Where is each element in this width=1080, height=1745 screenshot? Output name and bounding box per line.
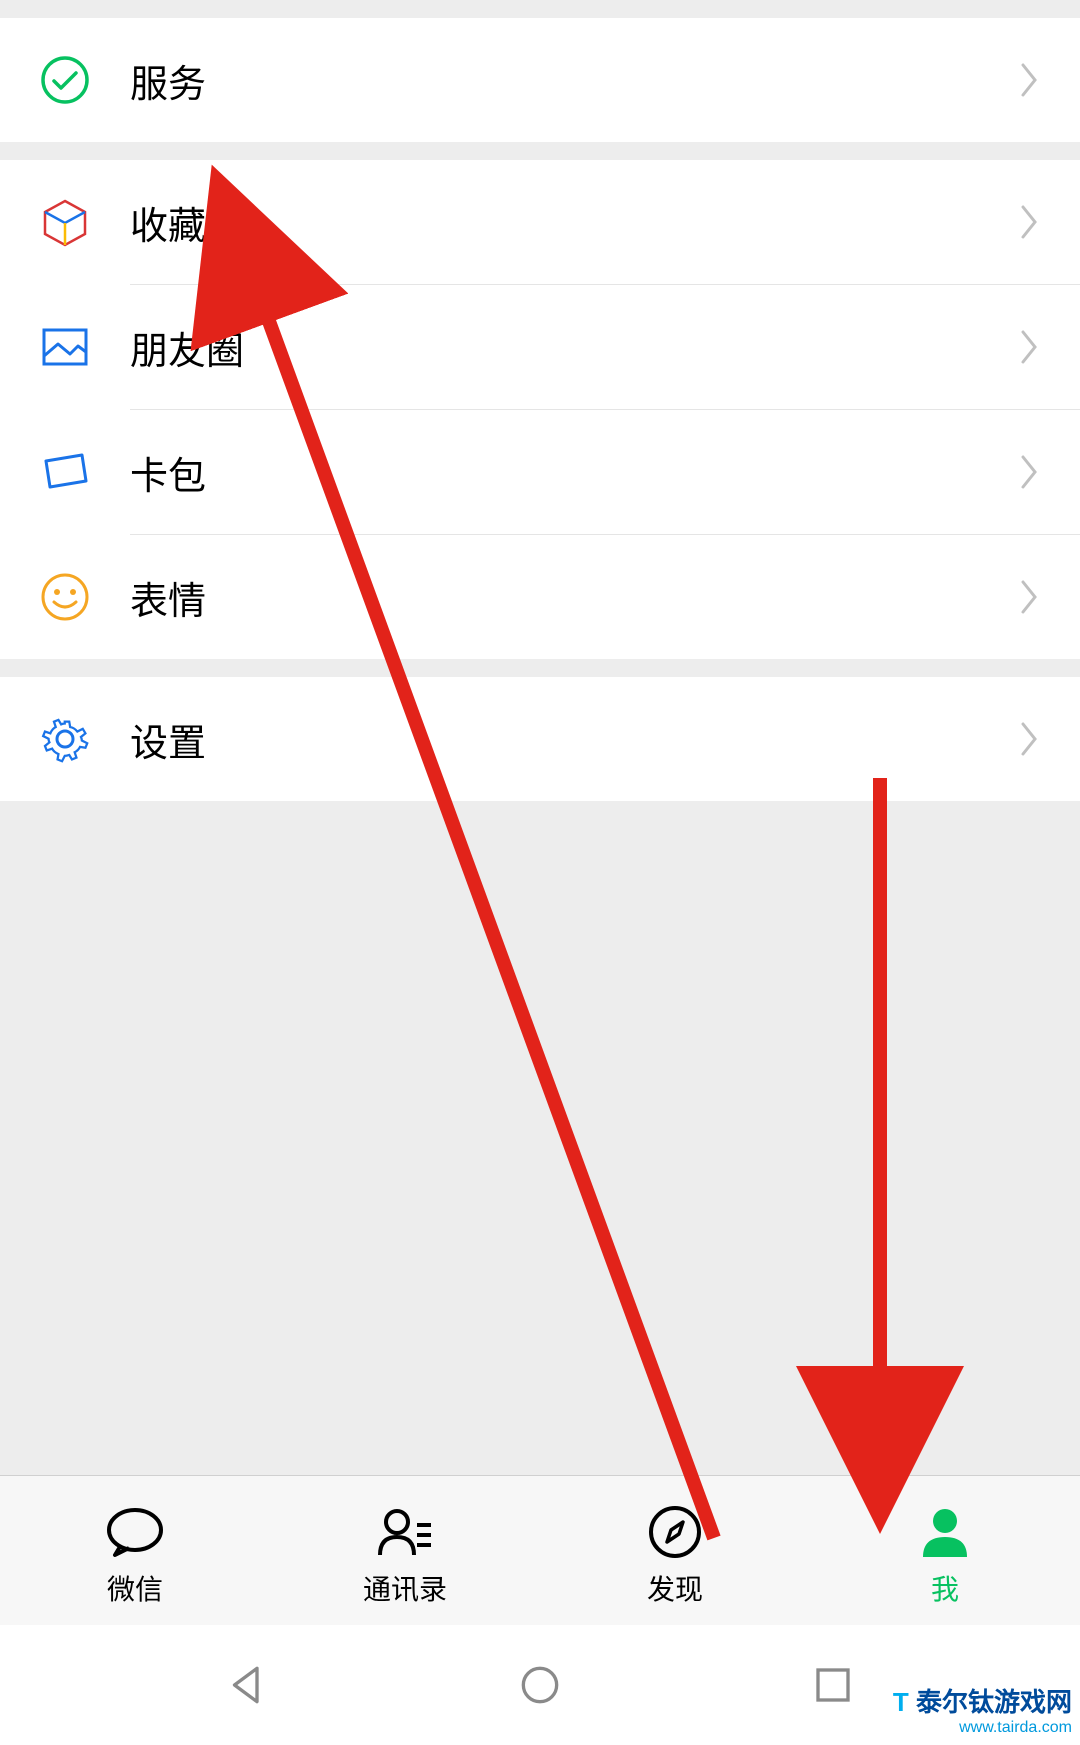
chevron-right-icon — [1020, 721, 1040, 757]
picture-icon — [40, 322, 90, 372]
menu-settings[interactable]: 设置 — [0, 677, 1080, 801]
tab-label: 通讯录 — [363, 1568, 447, 1608]
menu-label: 卡包 — [130, 445, 1020, 500]
tab-contacts[interactable]: 通讯录 — [270, 1476, 540, 1625]
menu-label: 服务 — [130, 53, 1020, 108]
chat-icon — [105, 1505, 165, 1560]
nav-back-button[interactable] — [217, 1655, 277, 1715]
tab-label: 发现 — [647, 1568, 703, 1608]
nav-recent-button[interactable] — [803, 1655, 863, 1715]
tab-me[interactable]: 我 — [810, 1476, 1080, 1625]
nav-home-button[interactable] — [510, 1655, 570, 1715]
smile-icon — [40, 572, 90, 622]
wallet-icon — [40, 55, 90, 105]
person-icon — [915, 1505, 975, 1560]
menu-services[interactable]: 服务 — [0, 18, 1080, 142]
menu-label: 表情 — [130, 570, 1020, 625]
menu-label: 设置 — [130, 712, 1020, 767]
compass-icon — [645, 1505, 705, 1560]
card-icon — [40, 447, 90, 497]
menu-label: 朋友圈 — [130, 320, 1020, 375]
tab-discover[interactable]: 发现 — [540, 1476, 810, 1625]
menu-stickers[interactable]: 表情 — [0, 535, 1080, 659]
tab-label: 我 — [931, 1568, 959, 1608]
menu-moments[interactable]: 朋友圈 — [0, 285, 1080, 409]
watermark: T 泰尔钛游戏网 www.tairda.com — [893, 1687, 1072, 1737]
menu-favorites[interactable]: 收藏 — [0, 160, 1080, 284]
cube-icon — [40, 197, 90, 247]
gear-icon — [40, 714, 90, 764]
chevron-right-icon — [1020, 579, 1040, 615]
menu-cards[interactable]: 卡包 — [0, 410, 1080, 534]
chevron-right-icon — [1020, 329, 1040, 365]
bottom-tabbar: 微信 通讯录 发现 我 — [0, 1475, 1080, 1625]
menu-label: 收藏 — [130, 195, 1020, 250]
chevron-right-icon — [1020, 454, 1040, 490]
contacts-icon — [375, 1505, 435, 1560]
tab-label: 微信 — [107, 1568, 163, 1608]
chevron-right-icon — [1020, 204, 1040, 240]
chevron-right-icon — [1020, 62, 1040, 98]
tab-wechat[interactable]: 微信 — [0, 1476, 270, 1625]
